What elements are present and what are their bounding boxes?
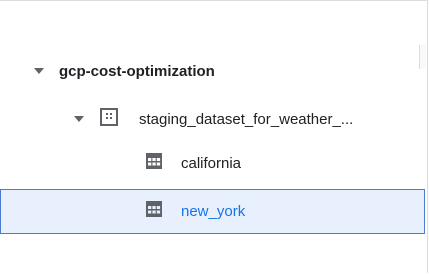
tree-item-dataset[interactable]: staging_dataset_for_weather_... xyxy=(0,97,418,141)
dataset-name: staging_dataset_for_weather_... xyxy=(139,110,354,128)
caret-down-icon[interactable] xyxy=(34,68,44,74)
table-icon xyxy=(145,152,163,175)
tree-item-table-california[interactable]: california xyxy=(0,141,418,185)
tree-item-table-new-york[interactable]: new_york xyxy=(0,189,425,234)
dataset-icon xyxy=(100,107,118,131)
scrollbar-thumb[interactable] xyxy=(419,45,426,69)
table-icon xyxy=(145,200,163,223)
project-name: gcp-cost-optimization xyxy=(59,62,215,80)
tree-item-project[interactable]: gcp-cost-optimization xyxy=(0,49,418,93)
explorer-tree-panel: gcp-cost-optimization staging_dataset_fo… xyxy=(0,0,428,273)
caret-down-icon[interactable] xyxy=(74,116,84,122)
scrollbar[interactable] xyxy=(418,45,427,69)
table-name: california xyxy=(181,154,242,172)
table-name: new_york xyxy=(181,203,246,220)
